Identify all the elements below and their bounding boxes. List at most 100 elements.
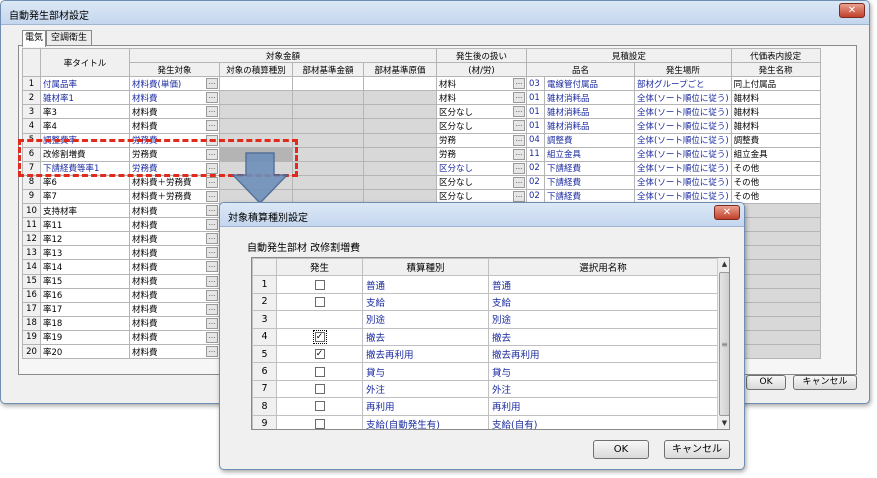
- rate-title-cell[interactable]: 率11: [40, 217, 130, 233]
- location-cell[interactable]: 全体(ソート順位に従う): [634, 146, 732, 162]
- generate-checkbox[interactable]: [314, 279, 325, 290]
- header-rate-title[interactable]: 率タイトル: [40, 47, 130, 78]
- dialog-header-generate[interactable]: 発生: [276, 258, 363, 277]
- generate-checkbox[interactable]: ✓: [312, 329, 327, 344]
- location-cell[interactable]: 全体(ソート順位に従う): [634, 90, 732, 106]
- header-base-amount[interactable]: 部材基準金額: [292, 62, 364, 78]
- code-cell[interactable]: 01: [526, 104, 545, 120]
- ellipsis-button[interactable]: ...: [206, 176, 218, 188]
- target-cell[interactable]: 材料費...: [129, 245, 220, 261]
- base-cost-cell[interactable]: [363, 104, 437, 120]
- base-cost-cell[interactable]: [363, 90, 437, 106]
- ellipsis-button[interactable]: ...: [513, 78, 525, 90]
- accum-type-name-cell[interactable]: 支給: [362, 292, 489, 312]
- target-cell[interactable]: 材料費...: [129, 118, 220, 134]
- target-cell[interactable]: 材料費＋労務費...: [129, 174, 220, 190]
- base-amount-cell[interactable]: [292, 146, 364, 162]
- rate-title-cell[interactable]: 率16: [40, 287, 130, 303]
- generate-cell[interactable]: [276, 414, 363, 429]
- table-row[interactable]: 1 付属品率 材料費(単価)... 材料... 03 電線管付属品 部材グループごと 同上付属…: [22, 76, 821, 92]
- gen-name-cell[interactable]: 組立金具: [730, 146, 821, 162]
- dialog-row[interactable]: 8 再利用 再利用: [252, 397, 718, 416]
- code-cell[interactable]: 01: [526, 90, 545, 106]
- location-cell[interactable]: 全体(ソート順位に従う): [634, 118, 732, 134]
- base-amount-cell[interactable]: [292, 90, 364, 106]
- generate-cell[interactable]: ✓: [276, 344, 363, 364]
- main-cancel-button[interactable]: キャンセル: [793, 375, 857, 390]
- display-name-cell[interactable]: 撤去再利用: [488, 344, 718, 364]
- table-row[interactable]: 2 雑材率1 材料費... 材料... 01 雑材消耗品 全体(ソート順位に従う) 雑材料: [22, 90, 821, 106]
- location-cell[interactable]: 全体(ソート順位に従う): [634, 160, 732, 176]
- item-name-cell[interactable]: 雑材消耗品: [544, 90, 635, 106]
- gen-name-cell[interactable]: その他: [730, 174, 821, 190]
- ellipsis-button[interactable]: ...: [513, 162, 525, 174]
- target-cell[interactable]: 材料費...: [129, 203, 220, 219]
- dialog-row[interactable]: 3 別途 別途: [252, 310, 718, 329]
- display-name-cell[interactable]: 貸与: [488, 362, 718, 381]
- ellipsis-button[interactable]: ...: [513, 106, 525, 118]
- rate-title-cell[interactable]: 付属品率: [40, 76, 130, 92]
- target-cell[interactable]: 材料費...: [129, 104, 220, 120]
- base-cost-cell[interactable]: [363, 174, 437, 190]
- target-cell[interactable]: 材料費...: [129, 343, 220, 360]
- scroll-up-icon[interactable]: ▲: [719, 258, 729, 270]
- target-cell[interactable]: 材料費...: [129, 329, 220, 345]
- generate-checkbox[interactable]: [314, 418, 325, 429]
- rate-title-cell[interactable]: 率12: [40, 231, 130, 247]
- tab-hvac-plumbing[interactable]: 空調衛生: [46, 30, 92, 46]
- scroll-down-icon[interactable]: ▼: [719, 417, 729, 429]
- rate-title-cell[interactable]: 率3: [40, 104, 130, 120]
- dialog-header-display[interactable]: 選択用名称: [488, 258, 718, 277]
- table-row[interactable]: 4 率4 材料費... 区分なし... 01 雑材消耗品 全体(ソート順位に従う) 雑材料: [22, 118, 821, 134]
- dialog-row[interactable]: 9 支給(自動発生有) 支給(自有): [252, 414, 718, 429]
- dialog-header-type[interactable]: 積算種別: [362, 258, 489, 277]
- handling-cell[interactable]: 材料...: [436, 90, 527, 106]
- ellipsis-button[interactable]: ...: [206, 78, 218, 90]
- location-cell[interactable]: 全体(ソート順位に従う): [634, 104, 732, 120]
- rate-title-cell[interactable]: 率14: [40, 259, 130, 275]
- item-name-cell[interactable]: 組立金具: [544, 146, 635, 162]
- base-cost-cell[interactable]: [363, 160, 437, 176]
- generate-checkbox[interactable]: [314, 296, 325, 307]
- handling-cell[interactable]: 材料...: [436, 76, 527, 92]
- generate-cell[interactable]: [276, 292, 363, 312]
- location-cell[interactable]: 全体(ソート順位に従う): [634, 174, 732, 190]
- base-amount-cell[interactable]: [292, 132, 364, 148]
- handling-cell[interactable]: 区分なし...: [436, 174, 527, 190]
- accum-type-name-cell[interactable]: 別途: [362, 310, 489, 329]
- accum-type-name-cell[interactable]: 撤去再利用: [362, 344, 489, 364]
- generate-checkbox[interactable]: [314, 383, 325, 394]
- main-close-button[interactable]: ✕: [839, 3, 865, 18]
- ellipsis-button[interactable]: ...: [206, 247, 218, 259]
- header-target[interactable]: 発生対象: [129, 62, 220, 78]
- gen-name-cell[interactable]: 同上付属品: [730, 76, 821, 92]
- handling-cell[interactable]: 区分なし...: [436, 160, 527, 176]
- accum-type-cell[interactable]: [219, 104, 293, 120]
- generate-cell[interactable]: ✓: [276, 327, 363, 346]
- display-name-cell[interactable]: 普通: [488, 275, 718, 294]
- code-cell[interactable]: 02: [526, 174, 545, 190]
- accum-type-cell[interactable]: [219, 118, 293, 134]
- code-cell[interactable]: 03: [526, 76, 545, 92]
- target-cell[interactable]: 材料費(単価)...: [129, 76, 220, 92]
- item-name-cell[interactable]: 雑材消耗品: [544, 118, 635, 134]
- dialog-row[interactable]: 2 支給 支給: [252, 292, 718, 312]
- target-cell[interactable]: 材料費...: [129, 231, 220, 247]
- generate-cell[interactable]: [276, 397, 363, 416]
- dialog-row[interactable]: 1 普通 普通: [252, 275, 718, 294]
- base-amount-cell[interactable]: [292, 160, 364, 176]
- ellipsis-button[interactable]: ...: [513, 134, 525, 146]
- rate-title-cell[interactable]: 率20: [40, 343, 130, 360]
- target-cell[interactable]: 材料費＋労務費...: [129, 188, 220, 205]
- accum-type-name-cell[interactable]: 貸与: [362, 362, 489, 381]
- code-cell[interactable]: 04: [526, 132, 545, 148]
- ellipsis-button[interactable]: ...: [513, 148, 525, 160]
- header-location[interactable]: 発生場所: [634, 62, 732, 78]
- dialog-row[interactable]: 7 外注 外注: [252, 379, 718, 399]
- target-cell[interactable]: 材料費...: [129, 90, 220, 106]
- dialog-ok-button[interactable]: OK: [593, 440, 649, 459]
- handling-cell[interactable]: 労務...: [436, 146, 527, 162]
- generate-cell[interactable]: [276, 362, 363, 381]
- location-cell[interactable]: 部材グループごと: [634, 76, 732, 92]
- rate-title-cell[interactable]: 支持材率: [40, 203, 130, 219]
